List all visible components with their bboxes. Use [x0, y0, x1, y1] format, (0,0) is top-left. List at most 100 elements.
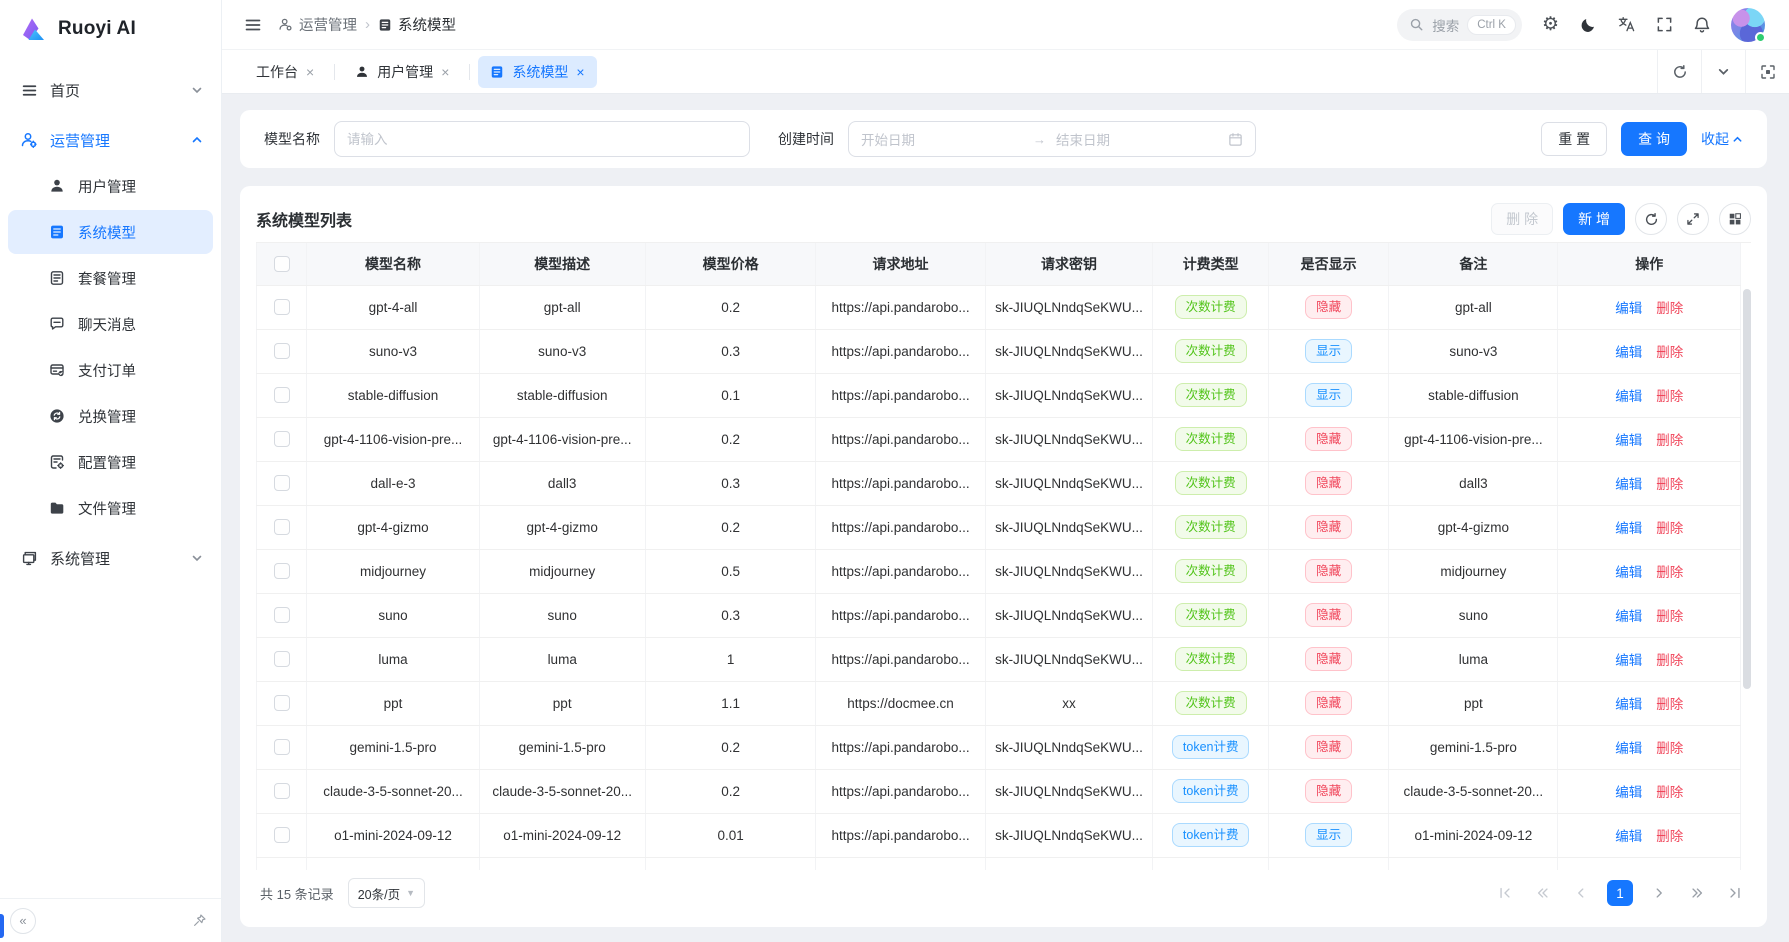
settings-gear-icon[interactable]: ⚙ [1542, 15, 1559, 34]
prev-page-icon[interactable] [1569, 881, 1593, 905]
sidebar-item-package-management[interactable]: 套餐管理 [8, 256, 213, 300]
row-checkbox[interactable] [274, 431, 290, 447]
fast-next-icon[interactable] [1685, 881, 1709, 905]
fullscreen-icon[interactable] [1656, 16, 1673, 33]
delete-link[interactable]: 删除 [1656, 781, 1683, 801]
cell-remark: luma [1389, 637, 1558, 681]
row-checkbox[interactable] [274, 343, 290, 359]
row-checkbox[interactable] [274, 783, 290, 799]
query-button[interactable]: 查 询 [1621, 122, 1687, 156]
cell-request-url: https://api.pandarobo... [816, 505, 985, 549]
row-checkbox[interactable] [274, 695, 290, 711]
delete-link[interactable]: 删除 [1656, 297, 1683, 317]
dark-mode-moon-icon[interactable] [1579, 16, 1597, 34]
delete-link[interactable]: 删除 [1656, 341, 1683, 361]
delete-link[interactable]: 删除 [1656, 429, 1683, 449]
edit-link[interactable]: 编辑 [1615, 649, 1642, 669]
global-search[interactable]: 搜索 Ctrl K [1397, 9, 1522, 41]
current-page[interactable]: 1 [1607, 880, 1633, 906]
table-row: suno-v3suno-v30.3https://api.pandarobo..… [257, 329, 1741, 373]
column-settings-icon[interactable] [1719, 203, 1751, 235]
edit-link[interactable]: 编辑 [1615, 561, 1642, 581]
row-checkbox[interactable] [274, 387, 290, 403]
sidebar-item-system-model[interactable]: 系统模型 [8, 210, 213, 254]
edit-link[interactable]: 编辑 [1615, 737, 1642, 757]
sidebar-collapse-button[interactable]: « [10, 908, 36, 934]
edit-link[interactable]: 编辑 [1615, 297, 1642, 317]
row-checkbox[interactable] [274, 519, 290, 535]
edit-link[interactable]: 编辑 [1615, 385, 1642, 405]
close-icon[interactable]: × [306, 64, 314, 80]
close-icon[interactable]: × [441, 64, 449, 80]
hamburger-menu-icon[interactable] [244, 16, 262, 34]
add-button[interactable]: 新 增 [1563, 203, 1625, 235]
delete-link[interactable]: 删除 [1656, 473, 1683, 493]
delete-link[interactable]: 删除 [1656, 825, 1683, 845]
refresh-icon[interactable] [1657, 50, 1701, 93]
next-page-icon[interactable] [1647, 881, 1671, 905]
brand[interactable]: Ruoyi AI [0, 0, 221, 58]
expand-table-icon[interactable] [1677, 203, 1709, 235]
sidebar-item-user-management[interactable]: 用户管理 [8, 164, 213, 208]
delete-link[interactable]: 删除 [1656, 605, 1683, 625]
row-checkbox[interactable] [274, 827, 290, 843]
close-icon[interactable]: × [576, 64, 584, 80]
delete-link[interactable]: 删除 [1656, 561, 1683, 581]
sidebar-item-system-management[interactable]: 系统管理 [8, 536, 213, 580]
date-range-picker[interactable]: 开始日期 → 结束日期 [848, 121, 1256, 157]
cell-request-url: https://api.pandarobo... [816, 373, 985, 417]
chat-bubble-icon [48, 315, 66, 333]
first-page-icon[interactable] [1493, 881, 1517, 905]
select-all-checkbox[interactable] [274, 256, 290, 272]
last-page-icon[interactable] [1723, 881, 1747, 905]
sidebar-item-config-management[interactable]: 配置管理 [8, 440, 213, 484]
model-name-input[interactable] [334, 121, 750, 157]
refresh-icon[interactable] [1635, 203, 1667, 235]
delete-link[interactable]: 删除 [1656, 385, 1683, 405]
delete-link[interactable]: 删除 [1656, 737, 1683, 757]
tab-workbench[interactable]: 工作台 × [244, 56, 326, 88]
edit-link[interactable]: 编辑 [1615, 517, 1642, 537]
table-scrollbar[interactable] [1743, 289, 1751, 689]
chevron-down-icon[interactable] [1701, 50, 1745, 93]
row-checkbox[interactable] [274, 651, 290, 667]
edit-link[interactable]: 编辑 [1615, 781, 1642, 801]
bell-icon[interactable] [1693, 16, 1711, 34]
pin-icon[interactable] [192, 913, 207, 928]
content-fullscreen-icon[interactable] [1745, 50, 1789, 93]
sidebar-item-home[interactable]: 首页 [8, 68, 213, 112]
row-checkbox[interactable] [274, 563, 290, 579]
edit-link[interactable]: 编辑 [1615, 693, 1642, 713]
sidebar-item-payment-orders[interactable]: 支付订单 [8, 348, 213, 392]
reset-button[interactable]: 重 置 [1541, 122, 1607, 156]
row-checkbox[interactable] [274, 475, 290, 491]
row-checkbox[interactable] [274, 739, 290, 755]
fast-prev-icon[interactable] [1531, 881, 1555, 905]
page-size-select[interactable]: 20条/页 ▼ [348, 878, 425, 908]
edit-link[interactable]: 编辑 [1615, 341, 1642, 361]
sidebar-item-operations[interactable]: 运营管理 [8, 118, 213, 162]
cell-request-url: https://api.pandarobo... [816, 813, 985, 857]
row-checkbox[interactable] [274, 299, 290, 315]
delete-link[interactable]: 删除 [1656, 649, 1683, 669]
delete-link[interactable]: 删除 [1656, 517, 1683, 537]
delete-link[interactable]: 删除 [1656, 693, 1683, 713]
breadcrumb-item-system-model[interactable]: 系统模型 [378, 14, 456, 35]
breadcrumb-label: 运营管理 [299, 14, 357, 35]
breadcrumb-item-operations[interactable]: 运营管理 [278, 14, 357, 35]
visibility-badge: 显示 [1305, 383, 1352, 408]
sidebar-item-exchange-management[interactable]: 兑换管理 [8, 394, 213, 438]
tab-system-model[interactable]: 系统模型 × [478, 56, 596, 88]
collapse-filter-link[interactable]: 收起 [1701, 129, 1743, 149]
sidebar-item-file-management[interactable]: 文件管理 [8, 486, 213, 530]
avatar[interactable] [1731, 8, 1765, 42]
translate-icon[interactable] [1617, 15, 1636, 34]
tab-user-management[interactable]: 用户管理 × [343, 56, 461, 88]
row-checkbox[interactable] [274, 607, 290, 623]
edit-link[interactable]: 编辑 [1615, 473, 1642, 493]
edit-link[interactable]: 编辑 [1615, 825, 1642, 845]
edit-link[interactable]: 编辑 [1615, 605, 1642, 625]
delete-button[interactable]: 删 除 [1491, 203, 1553, 235]
sidebar-item-chat-messages[interactable]: 聊天消息 [8, 302, 213, 346]
edit-link[interactable]: 编辑 [1615, 429, 1642, 449]
